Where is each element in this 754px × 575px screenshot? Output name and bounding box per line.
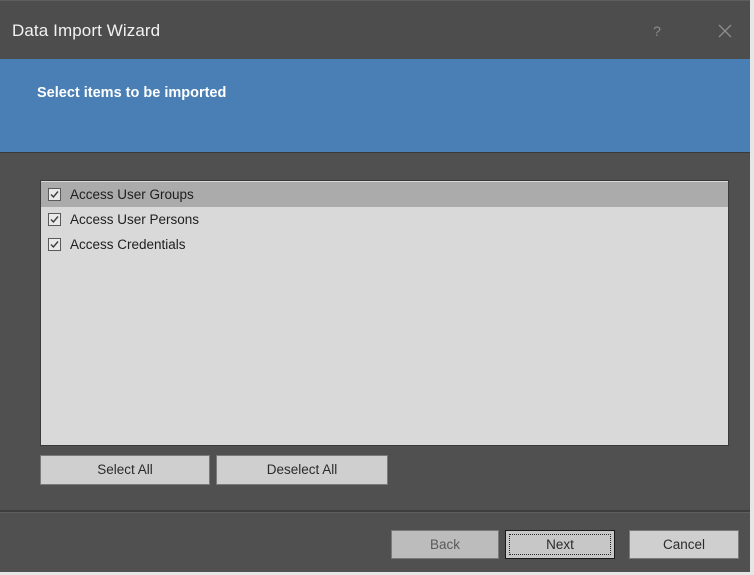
item-checkbox[interactable] [48,213,61,226]
data-import-wizard-window: Data Import Wizard ? Select items to be … [0,0,754,575]
select-all-button[interactable]: Select All [40,455,210,485]
next-button[interactable]: Next [505,530,615,559]
checkmark-icon [50,241,59,249]
window-title: Data Import Wizard [12,21,161,40]
next-button-label: Next [546,537,574,552]
item-label: Access Credentials [70,237,186,252]
page-heading: Select items to be imported [37,85,227,101]
wizard-content: Access User Groups Access User Persons A… [0,153,750,510]
import-items-list[interactable]: Access User Groups Access User Persons A… [40,180,729,446]
close-button[interactable] [714,20,736,42]
item-label: Access User Persons [70,212,200,227]
list-item-access-user-groups[interactable]: Access User Groups [41,182,728,207]
list-item-access-credentials[interactable]: Access Credentials [41,232,728,257]
item-label: Access User Groups [70,187,194,202]
close-icon [718,24,732,38]
item-checkbox[interactable] [48,188,61,201]
wizard-header-banner: Select items to be imported [0,59,750,153]
title-bar[interactable]: Data Import Wizard ? [0,0,750,59]
back-button[interactable]: Back [391,530,499,559]
item-checkbox[interactable] [48,238,61,251]
list-item-access-user-persons[interactable]: Access User Persons [41,207,728,232]
checkmark-icon [50,191,59,199]
deselect-all-button[interactable]: Deselect All [216,455,388,485]
checkmark-icon [50,216,59,224]
cancel-button[interactable]: Cancel [629,530,739,559]
wizard-footer: Back Next Cancel [0,513,750,572]
help-button[interactable]: ? [650,23,664,39]
